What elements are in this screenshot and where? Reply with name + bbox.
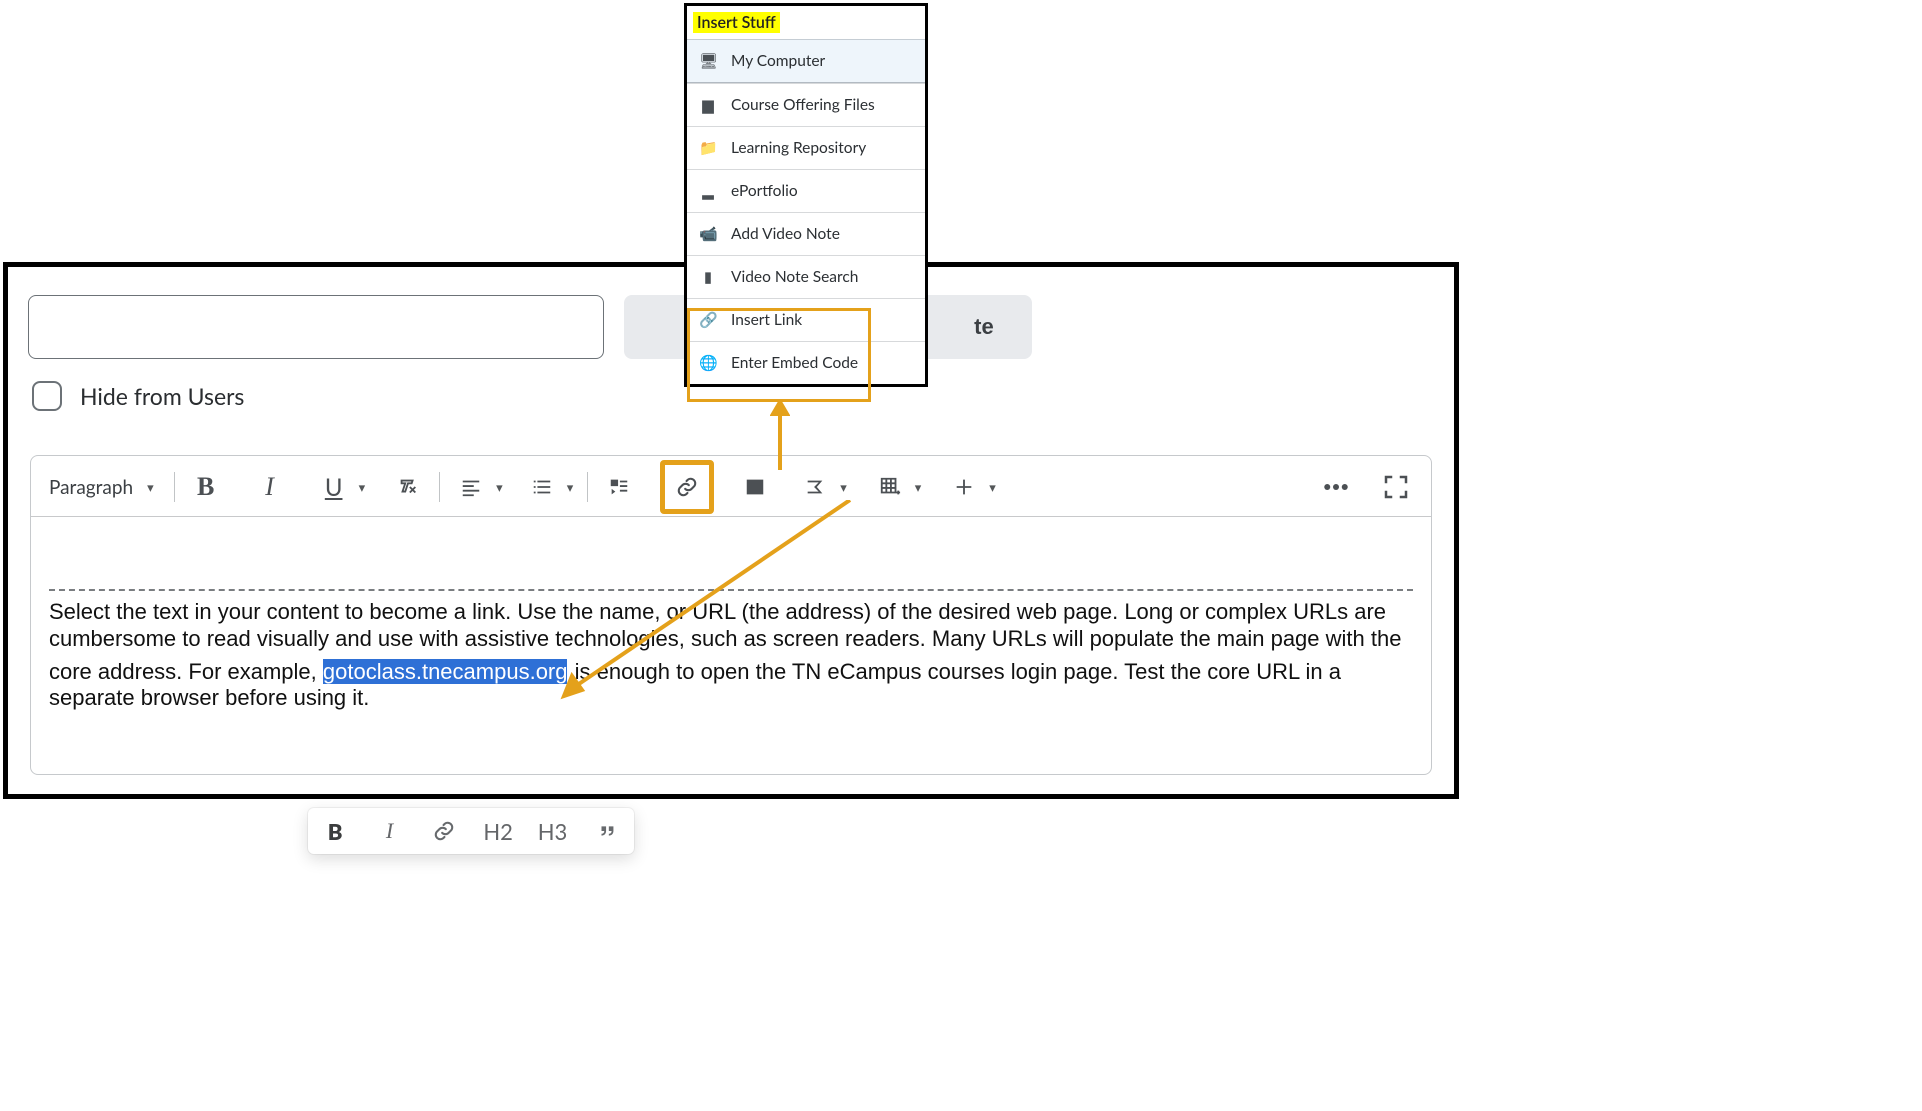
editor-toolbar: Paragraph ▾ B I U ▾ ▾ (31, 456, 1431, 517)
selection-mini-toolbar: B I H2 H3 (308, 808, 634, 854)
chevron-down-icon: ▾ (840, 479, 847, 496)
divider (49, 589, 1413, 591)
popup-item-add-video-note[interactable]: 📹 Add Video Note (687, 212, 925, 255)
rich-text-editor: Paragraph ▾ B I U ▾ ▾ (30, 455, 1432, 775)
popup-item-my-computer[interactable]: 🖥 My Computer (687, 39, 925, 83)
camcorder-icon: 📹 (699, 225, 717, 243)
editor-content[interactable]: Select the text in your content to becom… (31, 517, 1431, 712)
mini-italic-button[interactable]: I (369, 808, 409, 854)
mini-quote-button[interactable] (587, 808, 627, 854)
folder-up-icon: 📁 (699, 139, 717, 157)
insert-stuff-button[interactable] (602, 470, 636, 504)
chevron-down-icon: ▾ (147, 479, 154, 496)
video-search-icon: ▮ (699, 268, 717, 286)
popup-item-eportfolio[interactable]: ▂ ePortfolio (687, 169, 925, 212)
monitor-icon: 🖥 (699, 52, 717, 70)
globe-icon: 🌐 (699, 354, 717, 372)
chevron-down-icon: ▾ (567, 479, 574, 496)
equation-button[interactable]: ▾ (798, 470, 847, 504)
table-button[interactable]: ▾ (873, 470, 922, 504)
clear-formatting-button[interactable] (391, 470, 425, 504)
hide-from-users-checkbox[interactable] (32, 381, 62, 411)
align-button[interactable]: ▾ (454, 470, 503, 504)
popup-item-learning-repo[interactable]: 📁 Learning Repository (687, 126, 925, 169)
underline-button[interactable]: U ▾ (317, 470, 366, 504)
mini-h2-button[interactable]: H2 (478, 808, 518, 854)
popup-item-video-note-search[interactable]: ▮ Video Note Search (687, 255, 925, 298)
insert-stuff-list: 🖥 My Computer ▆ Course Offering Files 📁 … (687, 39, 925, 384)
selected-text: gotoclass.tnecampus.org (323, 659, 568, 684)
hide-from-users-label: Hide from Users (80, 382, 244, 410)
chevron-down-icon: ▾ (496, 479, 503, 496)
insert-stuff-popup: Insert Stuff 🖥 My Computer ▆ Course Offe… (684, 3, 928, 387)
fullscreen-button[interactable] (1379, 470, 1413, 504)
chevron-down-icon: ▾ (915, 479, 922, 496)
popup-title: Insert Stuff (693, 12, 780, 33)
briefcase-icon: ▂ (699, 182, 717, 200)
add-more-button[interactable]: ▾ (947, 470, 996, 504)
mini-h3-button[interactable]: H3 (532, 808, 572, 854)
insert-image-button[interactable] (738, 470, 772, 504)
popup-item-insert-link[interactable]: 🔗 Insert Link (687, 298, 925, 341)
italic-button[interactable]: I (253, 470, 287, 504)
link-icon: 🔗 (699, 311, 717, 329)
mini-link-button[interactable] (424, 808, 464, 854)
more-actions-button[interactable] (1319, 470, 1353, 504)
insert-link-button[interactable] (660, 460, 714, 514)
popup-item-embed-code[interactable]: 🌐 Enter Embed Code (687, 341, 925, 384)
list-button[interactable]: ▾ (525, 470, 574, 504)
mini-bold-button[interactable]: B (315, 808, 355, 854)
text-caret (567, 656, 568, 682)
bold-button[interactable]: B (189, 470, 223, 504)
popup-item-course-files[interactable]: ▆ Course Offering Files (687, 83, 925, 126)
chevron-down-icon: ▾ (359, 479, 366, 496)
folder-icon: ▆ (699, 96, 717, 114)
title-input[interactable] (28, 295, 604, 359)
paragraph-style-select[interactable]: Paragraph ▾ (49, 476, 160, 499)
chevron-down-icon: ▾ (989, 479, 996, 496)
